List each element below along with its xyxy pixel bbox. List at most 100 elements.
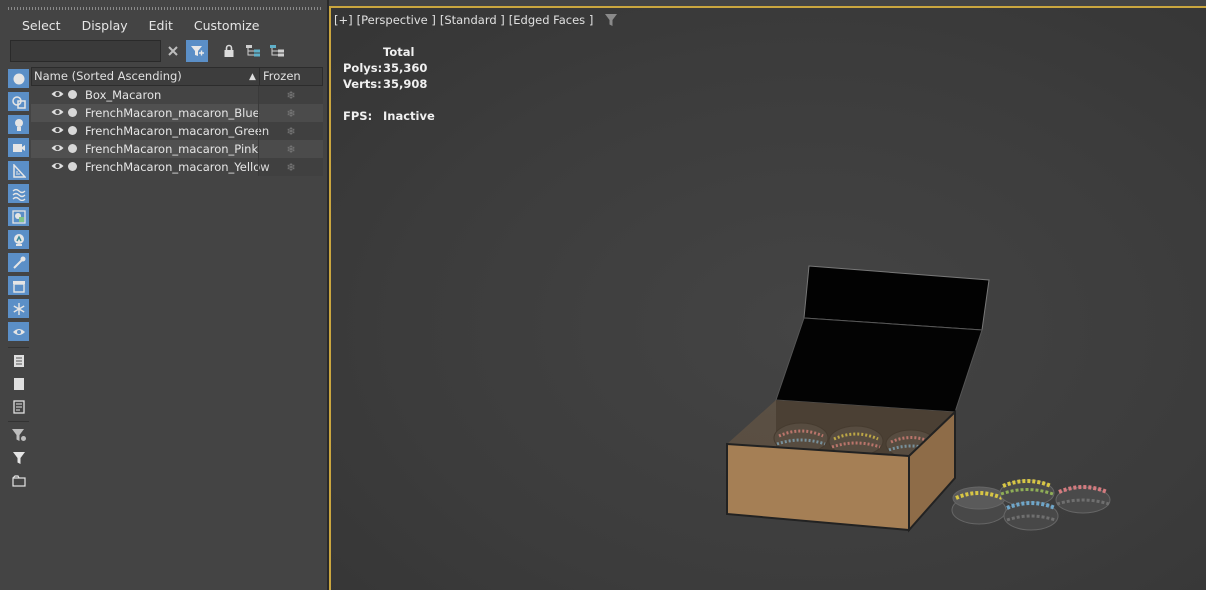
menu-select[interactable]: Select [0,14,71,38]
box-front-face [726,442,910,532]
stats-polys-label: Polys: [343,61,383,75]
cameras-icon [12,143,25,152]
visibility-eye-icon[interactable] [51,161,64,171]
filter-icon [12,451,25,464]
viewport-general-menu[interactable]: [+] [334,13,353,27]
groups-icon [11,209,26,224]
filter-cameras-button[interactable] [8,138,29,157]
column-header-name[interactable]: Name (Sorted Ascending) [34,68,182,85]
filter-frozen-button[interactable] [8,299,29,318]
loose-macarons [951,479,1111,531]
hierarchy-icon [246,45,260,57]
invert-icon [12,399,25,414]
render-toggle-icon[interactable] [68,90,77,99]
viewport-shading-menu[interactable]: [Edged Faces ] [509,13,594,27]
render-toggle-icon[interactable] [68,108,77,117]
table-row[interactable]: Box_Macaron ❄ [31,86,323,104]
render-toggle-icon[interactable] [68,126,77,135]
display-all-button[interactable] [8,351,29,370]
sort-by-hierarchy-button[interactable] [242,40,264,62]
stats-verts-label: Verts: [343,77,382,91]
snowflake-icon: ❄ [286,160,296,174]
object-name: FrenchMacaron_macaron_Blue [85,106,260,120]
render-toggle-icon[interactable] [68,144,77,153]
all-icon [13,354,24,367]
lock-button[interactable] [218,40,240,62]
display-none-button[interactable] [8,374,29,393]
scene-explorer-panel: Select Display Edit Customize Name (Sort… [0,0,327,590]
table-row[interactable]: FrenchMacaron_macaron_Pink ❄ [31,140,323,158]
object-name: Box_Macaron [85,88,162,102]
panel-grip[interactable] [8,7,322,10]
clear-search-button[interactable] [162,40,184,62]
filter-bones-button[interactable] [8,253,29,272]
filter-xrefs-button[interactable] [8,230,29,249]
frozen-toggle[interactable]: ❄ [258,140,323,158]
viewport-label-menu: [+] [Perspective ] [Standard ] [Edged Fa… [334,13,618,27]
explorer-menubar: Select Display Edit Customize [0,14,269,38]
frozen-icon [12,302,25,315]
geometry-icon [13,73,24,84]
filter-geometry-button[interactable] [8,69,29,88]
frozen-toggle[interactable]: ❄ [258,122,323,140]
visibility-eye-icon[interactable] [51,107,64,117]
close-icon [168,46,178,56]
viewport-pov-menu[interactable]: [Perspective ] [357,13,436,27]
containers-icon [12,280,25,293]
menu-customize[interactable]: Customize [183,14,270,38]
stats-fps-value: Inactive [383,109,435,123]
object-name: FrenchMacaron_macaron_Yellow [85,160,270,174]
frozen-toggle[interactable]: ❄ [258,86,323,104]
select-filter-toggle-button[interactable] [186,40,208,62]
visibility-eye-icon[interactable] [51,143,64,153]
render-toggle-icon[interactable] [68,162,77,171]
filter-button[interactable] [8,448,29,467]
xrefs-icon [13,233,24,246]
filter-groups-button[interactable] [8,207,29,226]
visibility-eye-icon[interactable] [51,125,64,135]
space-warps-icon [12,188,25,201]
table-row[interactable]: FrenchMacaron_macaron_Yellow ❄ [31,158,323,176]
filter-strip-divider [8,347,29,348]
filter-lights-button[interactable] [8,115,29,134]
invert-display-button[interactable] [8,397,29,416]
hidden-icon [12,328,25,335]
search-input[interactable] [10,40,161,62]
filter-space-warps-button[interactable] [8,184,29,203]
table-row[interactable]: FrenchMacaron_macaron_Blue ❄ [31,104,323,122]
object-name: FrenchMacaron_macaron_Green [85,124,270,138]
object-type-filter-strip [6,67,30,587]
viewport-filter-icon[interactable] [605,14,618,26]
perspective-viewport[interactable]: [+] [Perspective ] [Standard ] [Edged Fa… [329,6,1206,590]
filter-options-icon [11,428,26,441]
filter-shapes-button[interactable] [8,92,29,111]
scene-object-table: Name (Sorted Ascending) ▲ Frozen Box_Mac… [31,67,323,176]
menu-edit[interactable]: Edit [138,14,183,38]
visibility-eye-icon[interactable] [51,89,64,99]
frozen-toggle[interactable]: ❄ [258,104,323,122]
layer-explorer-button[interactable] [8,471,29,490]
menu-display[interactable]: Display [71,14,138,38]
table-row[interactable]: FrenchMacaron_macaron_Green ❄ [31,122,323,140]
bones-icon [12,256,25,269]
snowflake-icon: ❄ [286,124,296,138]
stats-verts-value: 35,908 [383,77,428,91]
filter-select-icon [191,46,204,56]
filter-containers-button[interactable] [8,276,29,295]
snowflake-icon: ❄ [286,106,296,120]
column-header-frozen[interactable]: Frozen [259,68,323,85]
frozen-toggle[interactable]: ❄ [258,158,323,176]
sort-ascending-icon: ▲ [249,72,256,82]
box-lid-inner [775,317,983,413]
filter-helpers-button[interactable] [8,161,29,180]
app-window: Select Display Edit Customize Name (Sort… [0,0,1206,590]
table-header: Name (Sorted Ascending) ▲ Frozen [31,67,323,86]
stats-total-header: Total [383,45,415,59]
filter-options-button[interactable] [8,425,29,444]
viewport-standard-menu[interactable]: [Standard ] [440,13,505,27]
filter-hidden-button[interactable] [8,322,29,341]
sort-by-layer-button[interactable] [266,40,288,62]
helpers-icon [12,163,26,178]
object-name: FrenchMacaron_macaron_Pink [85,142,259,156]
filter-strip-divider [8,421,29,422]
